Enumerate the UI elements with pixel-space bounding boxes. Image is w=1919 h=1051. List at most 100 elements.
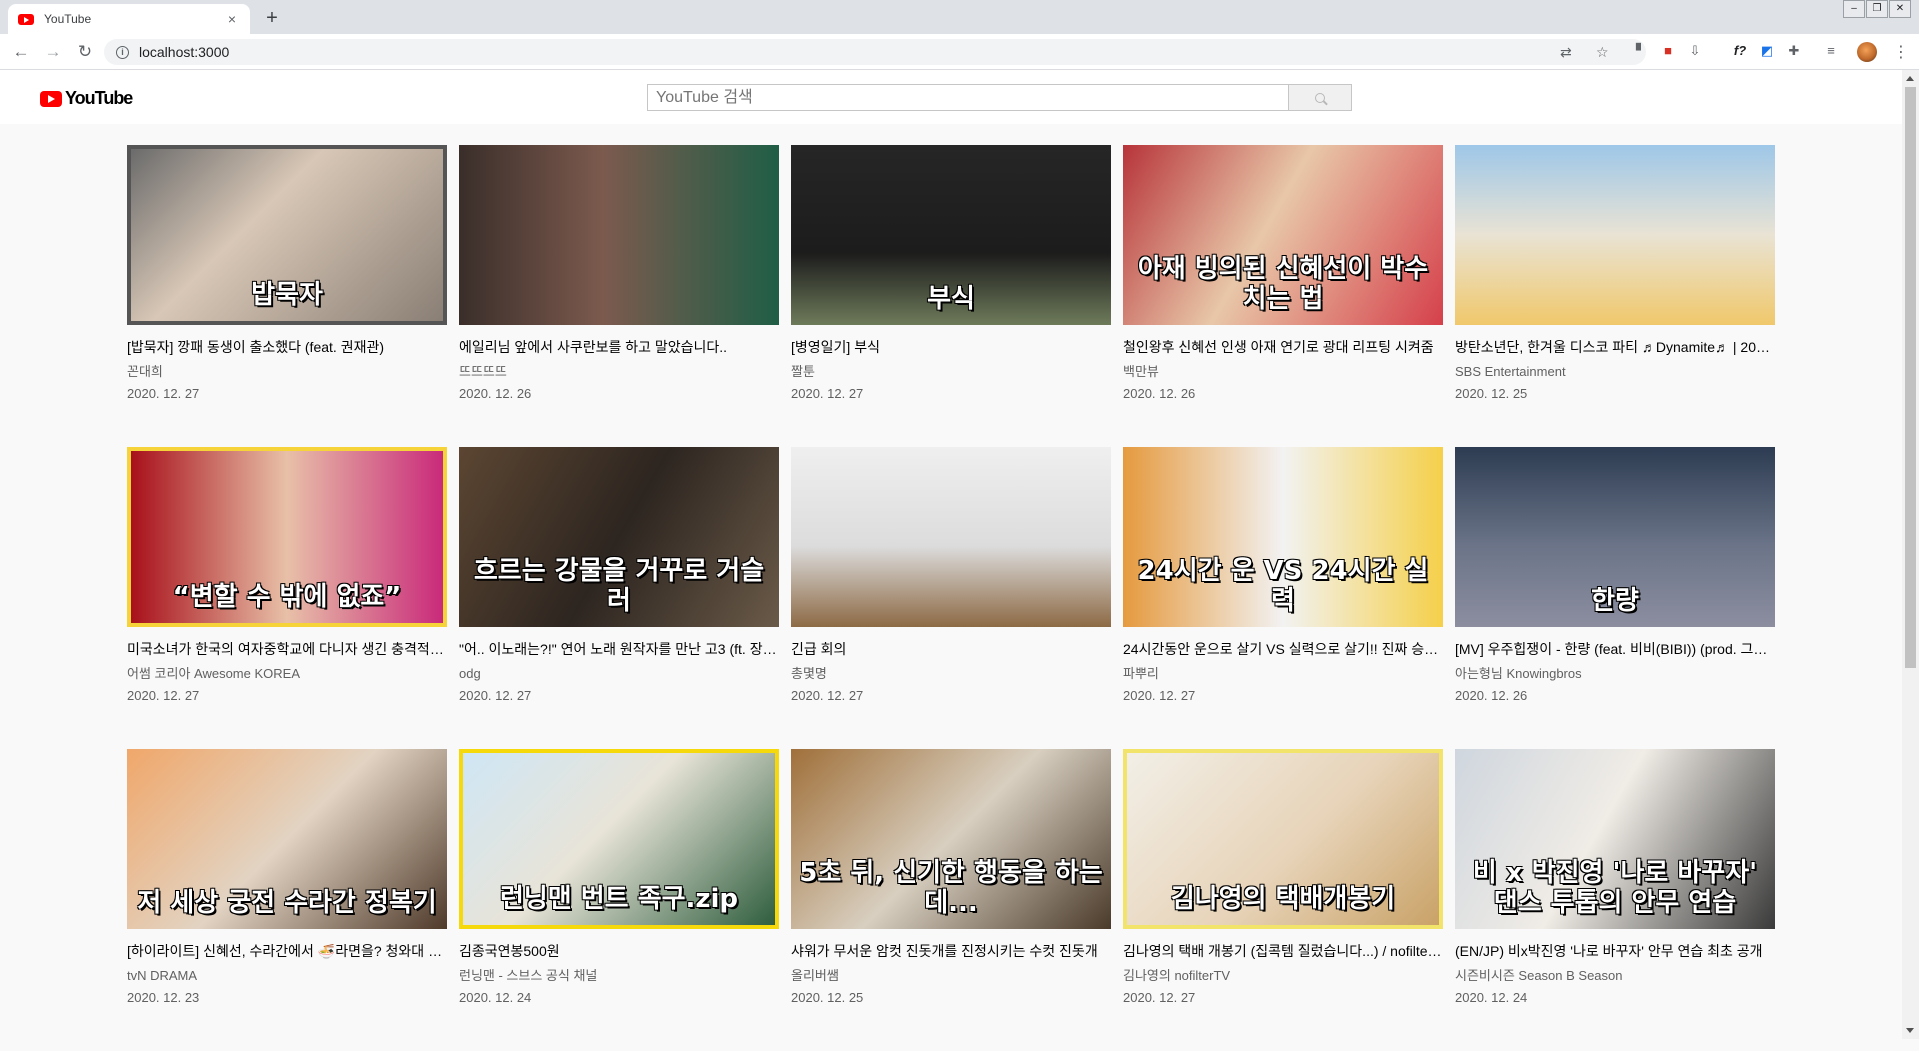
video-title[interactable]: 미국소녀가 한국의 여자중학교에 다니자 생긴 충격적인 변화 (127, 639, 447, 659)
channel-name[interactable]: 파뿌리 (1123, 665, 1443, 683)
video-thumbnail[interactable]: 밥묵자 (127, 145, 447, 325)
video-thumbnail[interactable] (459, 145, 779, 325)
browser-tab[interactable]: YouTube × (8, 4, 250, 34)
video-thumbnail[interactable] (1455, 145, 1775, 325)
video-thumbnail[interactable]: 5초 뒤, 신기한 행동을 하는데... (791, 749, 1111, 929)
new-tab-button[interactable]: + (258, 5, 286, 33)
scroll-up-arrow-icon[interactable] (1906, 76, 1914, 81)
extension-tag-icon[interactable]: ▘ (1632, 42, 1650, 60)
video-title[interactable]: 김나영의 택배 개봉기 (집콕템 질렀습니다...) / nofilterTV (1123, 941, 1443, 961)
video-card[interactable]: 24시간 운 VS 24시간 실력 24시간동안 운으로 살기 VS 실력으로 살… (1123, 447, 1443, 749)
channel-name[interactable]: tvN DRAMA (127, 967, 447, 985)
channel-name[interactable]: 어썸 코리아 Awesome KOREA (127, 665, 447, 683)
video-card[interactable]: 밥묵자 [밥묵자] 깡패 동생이 출소했다 (feat. 권재관) 꼰대희 2020.… (127, 145, 447, 447)
back-arrow-icon[interactable]: ← (8, 39, 34, 65)
extension-font-icon[interactable]: f? (1731, 42, 1749, 60)
video-title[interactable]: 샤워가 무서운 암컷 진돗개를 진정시키는 수컷 진돗개 (791, 941, 1111, 961)
video-card[interactable]: 5초 뒤, 신기한 행동을 하는데... 샤워가 무서운 암컷 진돗개를 진정시키… (791, 749, 1111, 1051)
youtube-logo[interactable]: YouTube (40, 88, 133, 109)
tab-close-icon[interactable]: × (224, 11, 240, 27)
channel-name[interactable]: 김나영의 nofilterTV (1123, 967, 1443, 985)
thumbnail-caption: 부식 (927, 284, 975, 315)
extension-download-icon[interactable]: ⇩ (1686, 42, 1704, 60)
channel-name[interactable]: 총몇명 (791, 665, 1111, 683)
extensions-puzzle-icon[interactable]: ✚ (1785, 42, 1803, 60)
video-title[interactable]: [밥묵자] 깡패 동생이 출소했다 (feat. 권재관) (127, 337, 447, 357)
video-thumbnail[interactable]: 흐르는 강물을 거꾸로 거슬러 (459, 447, 779, 627)
restore-button[interactable]: ❐ (1866, 0, 1888, 18)
forward-arrow-icon[interactable]: → (40, 39, 66, 65)
video-card[interactable]: 김나영의 택배개봉기김나영의 택배 개봉기 (집콕템 질렀습니다...) / n… (1123, 749, 1443, 1051)
channel-name[interactable]: 짤툰 (791, 363, 1111, 381)
channel-name[interactable]: 시즌비시즌 Season B Season (1455, 967, 1775, 985)
video-card[interactable]: “변할 수 밖에 없죠” 미국소녀가 한국의 여자중학교에 다니자 생긴 충격적인… (127, 447, 447, 749)
video-card[interactable]: 아재 빙의된 신혜선이 박수치는 법철인왕후 신혜선 인생 아재 연기로 광대 … (1123, 145, 1443, 447)
channel-name[interactable]: 꼰대희 (127, 363, 447, 381)
video-title[interactable]: [병영일기] 부식 (791, 337, 1111, 357)
video-title[interactable]: 김종국연봉500원 (459, 941, 779, 961)
site-info-icon[interactable]: i (116, 45, 129, 59)
video-card[interactable]: 긴급 회의 총몇명 2020. 12. 27 (791, 447, 1111, 749)
video-thumbnail[interactable]: 저 세상 궁전 수라간 정복기 (127, 749, 447, 929)
upload-date: 2020. 12. 27 (1123, 688, 1196, 703)
video-card[interactable]: 에일리님 앞에서 사쿠란보를 하고 말았습니다.. 뜨뜨뜨뜨 2020. 12. 2… (459, 145, 779, 447)
minimize-button[interactable]: – (1843, 0, 1865, 18)
video-thumbnail[interactable] (791, 447, 1111, 627)
video-thumbnail[interactable]: “변할 수 밖에 없죠” (127, 447, 447, 627)
upload-date: 2020. 12. 25 (1455, 386, 1528, 401)
thumbnail-caption: 비 x 박진영 '나로 바꾸자' 댄스 투톱의 안무 연습 (1472, 858, 1758, 919)
scroll-down-arrow-icon[interactable] (1906, 1028, 1914, 1033)
video-thumbnail[interactable]: 한량 (1455, 447, 1775, 627)
video-title[interactable]: 에일리님 앞에서 사쿠란보를 하고 말았습니다.. (459, 337, 779, 357)
video-card[interactable]: 런닝맨 번트 족구.zip 김종국연봉500원 런닝맨 - 스브스 공식 채널 202… (459, 749, 779, 1051)
video-title[interactable]: 철인왕후 신혜선 인생 아재 연기로 광대 리프팅 시켜줌 (1123, 337, 1443, 357)
url-text[interactable]: localhost:3000 (139, 44, 229, 60)
video-title[interactable]: [하이라이트] 신혜선, 수라간에서 🍜라면을? 청와대 셰프의 위엄 (127, 941, 447, 961)
video-title[interactable]: 24시간동안 운으로 살기 VS 실력으로 살기!! 진짜 승자는? (1123, 639, 1443, 659)
video-thumbnail[interactable]: 부식 (791, 145, 1111, 325)
video-title[interactable]: 긴급 회의 (791, 639, 1111, 659)
channel-name[interactable]: 올리버쌤 (791, 967, 1111, 985)
video-card[interactable]: 부식 [병영일기] 부식 짤툰 2020. 12. 27 (791, 145, 1111, 447)
video-thumbnail[interactable]: 24시간 운 VS 24시간 실력 (1123, 447, 1443, 627)
upload-date: 2020. 12. 25 (791, 990, 864, 1005)
close-window-button[interactable]: ✕ (1889, 0, 1911, 18)
thumbnail-caption: 흐르는 강물을 거꾸로 거슬러 (473, 556, 765, 617)
video-card[interactable]: 저 세상 궁전 수라간 정복기 [하이라이트] 신혜선, 수라간에서 🍜라면을? … (127, 749, 447, 1051)
youtube-header: YouTube (0, 70, 1902, 124)
video-thumbnail[interactable]: 아재 빙의된 신혜선이 박수치는 법 (1123, 145, 1443, 325)
video-thumbnail[interactable]: 비 x 박진영 '나로 바꾸자' 댄스 투톱의 안무 연습 (1455, 749, 1775, 929)
upload-date: 2020. 12. 27 (127, 688, 200, 703)
channel-name[interactable]: 런닝맨 - 스브스 공식 채널 (459, 967, 779, 985)
video-card[interactable]: 한량 [MV] 우주힙쟁이 - 한량 (feat. 비비(BIBI)) (prod… (1455, 447, 1775, 749)
browser-menu-icon[interactable]: ⋮ (1893, 42, 1909, 62)
channel-name[interactable]: 뜨뜨뜨뜨 (459, 363, 779, 381)
video-title[interactable]: [MV] 우주힙쟁이 - 한량 (feat. 비비(BIBI)) (prod. … (1455, 639, 1775, 659)
scrollbar-thumb[interactable] (1905, 87, 1916, 668)
reload-icon[interactable]: ↻ (72, 39, 98, 65)
channel-name[interactable]: 백만뷰 (1123, 363, 1443, 381)
video-card[interactable]: 방탄소년단, 한겨울 디스코 파티 ♬Dynamite♬ | 2020 SBS … (1455, 145, 1775, 447)
video-title[interactable]: (EN/JP) 비x박진영 '나로 바꾸자' 안무 연습 최초 공개 (1455, 941, 1775, 961)
search-button[interactable] (1288, 84, 1352, 111)
thumbnail-caption: “변할 수 밖에 없죠” (172, 582, 402, 613)
youtube-play-logo-icon (40, 90, 62, 107)
translate-icon[interactable]: ⇄ (1560, 44, 1572, 61)
video-title[interactable]: "어.. 이노래는?!" 연어 노래 원작자를 만난 고3 (ft. 장범준) (459, 639, 779, 659)
video-thumbnail[interactable]: 런닝맨 번트 족구.zip (459, 749, 779, 929)
page-scrollbar[interactable] (1902, 70, 1919, 1039)
channel-name[interactable]: odg (459, 665, 779, 683)
extension-blue-icon[interactable]: ◩ (1758, 42, 1776, 60)
video-card[interactable]: 비 x 박진영 '나로 바꾸자' 댄스 투톱의 안무 연습 (EN/JP) 비x박… (1455, 749, 1775, 1051)
profile-avatar[interactable] (1857, 42, 1877, 62)
video-title[interactable]: 방탄소년단, 한겨울 디스코 파티 ♬Dynamite♬ | 2020 SBS … (1455, 337, 1775, 357)
channel-name[interactable]: 아는형님 Knowingbros (1455, 665, 1775, 683)
extension-red-icon[interactable]: ■ (1659, 42, 1677, 60)
bookmark-star-icon[interactable]: ☆ (1596, 44, 1609, 61)
channel-name[interactable]: SBS Entertainment (1455, 363, 1775, 381)
address-bar[interactable]: i localhost:3000 ⇄ ☆ (104, 39, 1646, 65)
search-input[interactable] (647, 84, 1288, 111)
reading-list-icon[interactable]: ≡ (1822, 42, 1840, 60)
video-card[interactable]: 흐르는 강물을 거꾸로 거슬러 "어.. 이노래는?!" 연어 노래 원작자를 만… (459, 447, 779, 749)
video-thumbnail[interactable]: 김나영의 택배개봉기 (1123, 749, 1443, 929)
